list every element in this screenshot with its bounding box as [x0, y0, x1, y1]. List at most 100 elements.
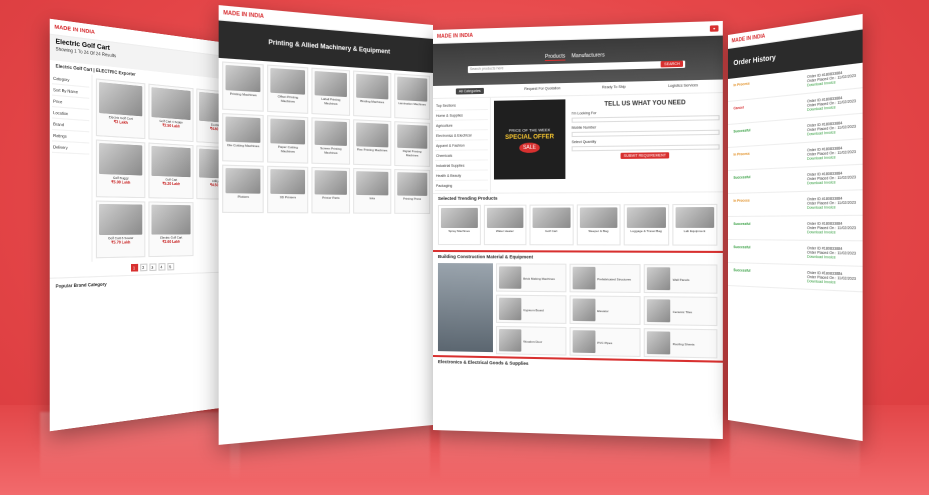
trending-product-image[interactable]: [579, 207, 618, 229]
looking-for-input[interactable]: [571, 115, 720, 123]
trending-product-image[interactable]: [626, 207, 666, 229]
subcategory-image[interactable]: [356, 73, 388, 100]
construction-name[interactable]: Prefabricated Structures: [597, 277, 631, 281]
subcategory-card[interactable]: Flex Printing Machines: [353, 119, 391, 166]
subcategory-image[interactable]: [396, 76, 428, 102]
subcategory-card[interactable]: Printing Machines: [222, 61, 265, 112]
subcategory-card[interactable]: Digital Printing Machines: [393, 121, 431, 167]
tab-products[interactable]: Products: [544, 52, 566, 61]
product-image[interactable]: [151, 145, 191, 177]
construction-name[interactable]: Elevator: [597, 308, 608, 312]
subcategory-name[interactable]: Digital Printing Machines: [397, 149, 427, 158]
subcategory-image[interactable]: [314, 70, 348, 97]
product-image[interactable]: [151, 87, 191, 120]
tab-manufacturers[interactable]: Manufacturers: [571, 52, 604, 60]
subcategory-card[interactable]: 3D Printers: [267, 165, 309, 214]
sidebar-category[interactable]: Chemicals: [434, 150, 488, 161]
product-card[interactable]: Electric Golf Cart ₹3 Lakh: [95, 78, 145, 140]
sidebar-category[interactable]: Health & Beauty: [434, 170, 488, 181]
page-button[interactable]: 3: [148, 263, 156, 272]
subcategory-name[interactable]: Label Printing Machines: [314, 96, 347, 106]
construction-card[interactable]: Ceramic Tiles: [644, 296, 718, 327]
construction-card[interactable]: Elevator: [569, 295, 641, 325]
page-button[interactable]: 2: [139, 263, 147, 272]
page-button[interactable]: 5: [166, 262, 174, 271]
construction-image[interactable]: [647, 267, 671, 291]
subcategory-card[interactable]: Inks: [353, 167, 391, 214]
subcategory-card[interactable]: Printing Press: [393, 169, 431, 214]
page-button[interactable]: 4: [157, 263, 165, 271]
subcategory-name[interactable]: Screen Printing Machines: [314, 146, 347, 155]
download-invoice-link[interactable]: Download Invoice: [807, 205, 856, 210]
product-image[interactable]: [99, 203, 142, 235]
subcategory-image[interactable]: [356, 171, 388, 196]
trending-product-card[interactable]: Luggage & Travel Bag: [623, 204, 669, 246]
quantity-select[interactable]: [571, 144, 720, 152]
order-row[interactable]: Successful Order ID #180833884 Order Place…: [728, 164, 863, 194]
subcategory-name[interactable]: Binding Machines: [360, 99, 384, 104]
construction-card[interactable]: Wooden Door: [496, 325, 567, 356]
product-card[interactable]: Electric Golf Cart ₹2.60 Lakh: [148, 201, 194, 258]
all-categories-button[interactable]: All Categories: [455, 87, 484, 95]
construction-image[interactable]: [572, 330, 596, 354]
subcategory-image[interactable]: [225, 64, 261, 92]
construction-card[interactable]: Gypsum Board: [496, 294, 567, 324]
product-card[interactable]: Golf Cart ₹5.20 Lakh: [148, 142, 194, 200]
construction-image[interactable]: [647, 299, 671, 323]
download-invoice-link[interactable]: Download Invoice: [807, 230, 856, 235]
trending-product-image[interactable]: [532, 207, 571, 229]
subcategory-name[interactable]: Paper Cutting Machines: [271, 144, 305, 154]
order-row[interactable]: Successful Order ID #180833884 Order Place…: [728, 215, 863, 242]
construction-card[interactable]: PVC Pipes: [569, 327, 641, 357]
promo-banner[interactable]: PRICE OF THE WEEK SPECIAL OFFER SALE: [493, 99, 566, 180]
trending-product-name[interactable]: Golf Cart: [545, 229, 557, 233]
construction-image[interactable]: [647, 331, 671, 355]
page-button[interactable]: 1: [130, 263, 138, 272]
subcategory-card[interactable]: Plotters: [222, 164, 265, 214]
subcategory-image[interactable]: [356, 122, 388, 148]
search-input[interactable]: Search products here: [470, 66, 504, 71]
subcategory-name[interactable]: Die Cutting Machines: [227, 143, 259, 148]
search-button[interactable]: SEARCH: [661, 60, 684, 68]
trending-product-card[interactable]: Spray Machines: [437, 204, 481, 246]
subcategory-image[interactable]: [314, 120, 348, 146]
subcategory-card[interactable]: Label Printing Machines: [311, 67, 351, 116]
construction-name[interactable]: PVC Pipes: [597, 340, 612, 344]
subcategory-name[interactable]: Lamination Machines: [398, 101, 425, 107]
product-image[interactable]: [99, 81, 142, 116]
trending-product-card[interactable]: Lab Equipment: [671, 203, 718, 246]
subcategory-card[interactable]: Screen Printing Machines: [311, 117, 351, 165]
filter-item[interactable]: Delivery: [52, 141, 90, 155]
order-row[interactable]: In Process Order ID #180833884 Order Place…: [728, 190, 863, 217]
join-button[interactable]: ●: [709, 24, 719, 32]
subcategory-name[interactable]: Plotters: [238, 194, 249, 198]
subcategory-card[interactable]: Paper Cutting Machines: [267, 115, 309, 164]
subcategory-card[interactable]: Lamination Machines: [393, 73, 431, 120]
trending-product-image[interactable]: [486, 207, 524, 229]
product-card[interactable]: Golf Cart 6 Seater ₹5.70 Lakh: [95, 200, 145, 259]
subcategory-card[interactable]: Printer Parts: [311, 166, 351, 214]
trending-product-card[interactable]: Water Heater: [483, 204, 527, 246]
construction-image[interactable]: [572, 298, 596, 322]
trending-product-card[interactable]: Sleeper & Bag: [576, 204, 621, 246]
construction-card[interactable]: Wall Panels: [644, 264, 718, 294]
feature-rfq[interactable]: Request For Quotation: [524, 86, 560, 93]
construction-image[interactable]: [499, 297, 522, 321]
order-row[interactable]: Successful Order ID #180833884 Order Place…: [728, 263, 863, 293]
submit-requirement-button[interactable]: SUBMIT REQUIREMENT: [620, 152, 670, 159]
construction-name[interactable]: Roofing Sheets: [673, 342, 695, 347]
trending-product-name[interactable]: Water Heater: [496, 229, 514, 233]
subcategory-image[interactable]: [270, 169, 305, 195]
product-image[interactable]: [99, 142, 142, 176]
construction-card[interactable]: Prefabricated Structures: [569, 263, 641, 293]
sidebar-category[interactable]: Apparel & Fashion: [434, 140, 488, 151]
product-card[interactable]: Golf Buggy ₹5.00 Lakh: [95, 139, 145, 199]
subcategory-card[interactable]: Offset Printing Machines: [267, 64, 309, 114]
subcategory-name[interactable]: Flex Printing Machines: [357, 147, 388, 152]
subcategory-name[interactable]: Inks: [369, 196, 375, 200]
feature-logistics[interactable]: Logistics Services: [668, 83, 698, 90]
feature-ready-to-ship[interactable]: Ready To Ship: [602, 85, 626, 92]
subcategory-name[interactable]: Offset Printing Machines: [271, 94, 305, 104]
subcategory-name[interactable]: Printing Press: [403, 196, 421, 200]
sidebar-category[interactable]: Industrial Supplies: [434, 160, 488, 171]
